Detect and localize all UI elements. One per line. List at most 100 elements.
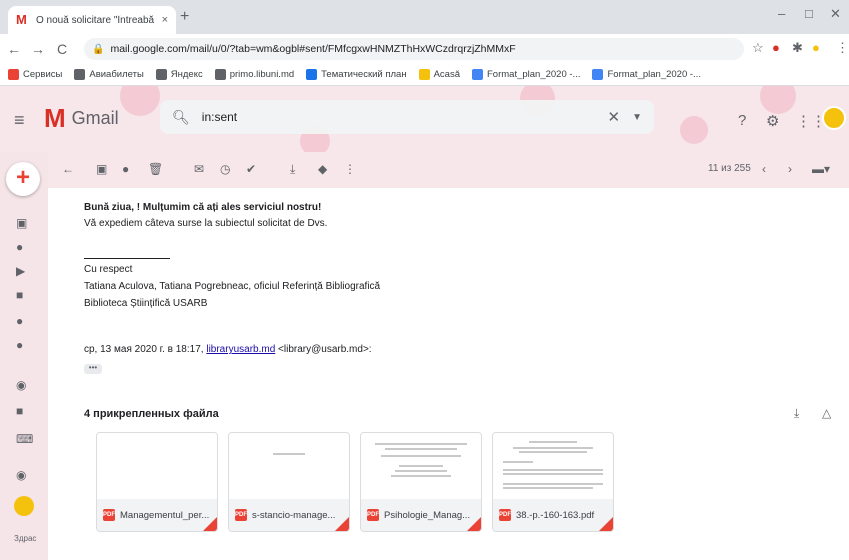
back-to-list-icon[interactable]: ← xyxy=(62,162,74,176)
meet-pin-icon[interactable]: ◉ xyxy=(16,378,26,392)
move-to-icon[interactable]: ⤓ xyxy=(290,162,295,177)
bookmark-label: Яндекс xyxy=(170,69,203,80)
pdf-corner-icon xyxy=(203,517,217,531)
forward-button[interactable]: → xyxy=(28,41,48,57)
label-icon[interactable]: ● xyxy=(16,338,23,352)
pdf-icon: PDF xyxy=(103,509,115,521)
bookmark-label: Format_plan_2020 -... xyxy=(607,69,701,80)
account-avatar[interactable] xyxy=(822,106,846,130)
url-text: mail.google.com/mail/u/0/?tab=wm&ogbl#se… xyxy=(110,43,516,55)
bookmark-icon xyxy=(214,69,226,80)
new-tab-button[interactable]: + xyxy=(180,8,189,26)
bookmark-label: Acasă xyxy=(433,69,460,80)
attachment-name: Managementul_per... xyxy=(120,509,210,521)
back-button[interactable]: ← xyxy=(4,41,24,57)
main-menu-icon[interactable]: ≡ xyxy=(14,110,25,131)
browser-tab-strip: M O nouă solicitare "Întreabă bibliot × … xyxy=(0,0,849,34)
drafts-icon[interactable]: ■ xyxy=(16,288,23,302)
extension-icon[interactable]: ● xyxy=(772,40,780,55)
bookmark-label: Format_plan_2020 -... xyxy=(487,69,581,80)
gmail-m-icon: M xyxy=(44,103,66,133)
labels-icon[interactable]: ◆ xyxy=(318,162,327,176)
browser-tab[interactable]: M O nouă solicitare "Întreabă bibliot × xyxy=(8,6,176,34)
tab-title: O nouă solicitare "Întreabă bibliot xyxy=(36,14,156,26)
archive-icon[interactable]: ▣ xyxy=(96,162,107,176)
tab-close-icon[interactable]: × xyxy=(162,14,168,26)
clear-search-icon[interactable]: ✕ xyxy=(608,108,621,126)
pdf-icon: PDF xyxy=(367,509,379,521)
quote-header: ср, 13 мая 2020 г. в 18:17, libraryusarb… xyxy=(84,344,372,355)
input-tools-icon[interactable]: ▬▾ xyxy=(812,162,830,176)
delete-icon[interactable]: 🗑︎ xyxy=(148,162,163,176)
compose-button[interactable]: + xyxy=(6,162,40,196)
hangouts-icon[interactable]: ◉ xyxy=(16,468,26,482)
more-options-icon[interactable]: ⋮ xyxy=(344,162,356,176)
regards-line: Cu respect xyxy=(84,264,133,275)
greeting-line: Bună ziua, ! Mulțumim că ați ales servic… xyxy=(84,202,322,213)
help-icon[interactable]: ? xyxy=(738,112,746,129)
address-bar[interactable]: 🔒 mail.google.com/mail/u/0/?tab=wm&ogbl#… xyxy=(84,38,744,60)
pdf-corner-icon xyxy=(599,517,613,531)
bookmark-icon xyxy=(155,69,167,80)
keyboard-icon[interactable]: ⌨ xyxy=(16,432,33,446)
add-to-tasks-icon[interactable]: ✔ xyxy=(246,162,256,176)
inbox-icon[interactable]: ▣ xyxy=(16,216,27,230)
maximize-button[interactable]: □ xyxy=(805,6,813,21)
pdf-corner-icon xyxy=(335,517,349,531)
download-all-icon[interactable]: ⤓ xyxy=(794,406,799,421)
gmail-header: ≡ M Gmail 🔍︎ in:sent ✕ ▼ ? ⚙ ⋮⋮ xyxy=(0,86,849,152)
bookmark-label: Авиабилеты xyxy=(89,69,144,80)
extensions-puzzle-icon[interactable]: ✱ xyxy=(792,40,803,56)
bookmark-item[interactable]: Тематический план xyxy=(306,69,407,80)
mark-unread-icon[interactable]: ✉ xyxy=(194,162,204,176)
attachment-card[interactable]: PDF Psihologie_Manag... xyxy=(360,432,482,532)
quote-suffix: <library@usarb.md>: xyxy=(278,344,372,355)
bookmark-item[interactable]: Яндекс xyxy=(155,69,203,80)
meet-video-icon[interactable]: ■ xyxy=(16,404,23,418)
bookmark-star-icon[interactable]: ☆ xyxy=(752,40,764,56)
mail-search-bar[interactable]: 🔍︎ in:sent ✕ ▼ xyxy=(160,100,654,134)
search-input[interactable]: in:sent xyxy=(202,110,596,124)
attachment-card[interactable]: PDF Managementul_per... xyxy=(96,432,218,532)
message-panel: Bună ziua, ! Mulțumim că ați ales servic… xyxy=(48,188,849,560)
bookmark-item[interactable]: Сервисы xyxy=(8,69,62,80)
bookmarks-bar: Сервисы Авиабилеты Яндекс primo.libuni.md Те… xyxy=(0,64,849,86)
bookmark-item[interactable]: Авиабилеты xyxy=(74,69,144,80)
show-trimmed-button[interactable]: ••• xyxy=(84,364,102,374)
gmail-wordmark: Gmail xyxy=(71,107,119,128)
gmail-logo[interactable]: M Gmail xyxy=(44,104,119,132)
bookmark-item[interactable]: Acasă xyxy=(418,69,460,80)
next-message-icon[interactable]: › xyxy=(788,162,792,176)
bookmark-item[interactable]: Format_plan_2020 -... xyxy=(592,69,701,80)
snoozed-clock-icon[interactable]: ● xyxy=(16,240,23,254)
prev-message-icon[interactable]: ‹ xyxy=(762,162,766,176)
window-close-button[interactable]: ✕ xyxy=(830,6,841,22)
bookmark-label: primo.libuni.md xyxy=(229,69,295,80)
attachment-card[interactable]: PDF s-stancio-manage... xyxy=(228,432,350,532)
snooze-icon[interactable]: ◷ xyxy=(220,162,230,176)
attachment-preview xyxy=(97,433,217,499)
profile-avatar-icon[interactable]: ● xyxy=(812,40,820,55)
attachment-preview xyxy=(229,433,349,499)
hangouts-label: Здрас xyxy=(14,534,37,543)
report-spam-icon[interactable]: ● xyxy=(122,162,129,176)
bookmark-item[interactable]: Format_plan_2020 -... xyxy=(472,69,580,80)
label-icon[interactable]: ● xyxy=(16,314,23,328)
quote-link[interactable]: libraryusarb.md xyxy=(206,344,275,355)
bookmark-item[interactable]: primo.libuni.md xyxy=(214,69,295,80)
attachments-header: 4 прикрепленных файла xyxy=(84,408,219,420)
reload-button[interactable]: C xyxy=(52,41,72,57)
search-options-icon[interactable]: ▼ xyxy=(632,112,642,123)
attachment-card[interactable]: PDF 38.-p.-160-163.pdf xyxy=(492,432,614,532)
settings-gear-icon[interactable]: ⚙ xyxy=(766,112,779,130)
search-icon[interactable]: 🔍︎ xyxy=(172,109,190,126)
quote-prefix: ср, 13 мая 2020 г. в 18:17, xyxy=(84,344,204,355)
save-to-drive-icon[interactable]: △ xyxy=(822,406,831,420)
pdf-icon: PDF xyxy=(235,509,247,521)
signature-divider xyxy=(84,258,170,259)
sent-arrow-icon[interactable]: ▶ xyxy=(16,264,25,278)
hangouts-avatar[interactable] xyxy=(14,496,34,516)
chrome-menu-icon[interactable]: ⋮ xyxy=(836,40,849,56)
gmail-favicon-icon: M xyxy=(16,12,27,27)
minimize-button[interactable]: – xyxy=(778,6,785,21)
